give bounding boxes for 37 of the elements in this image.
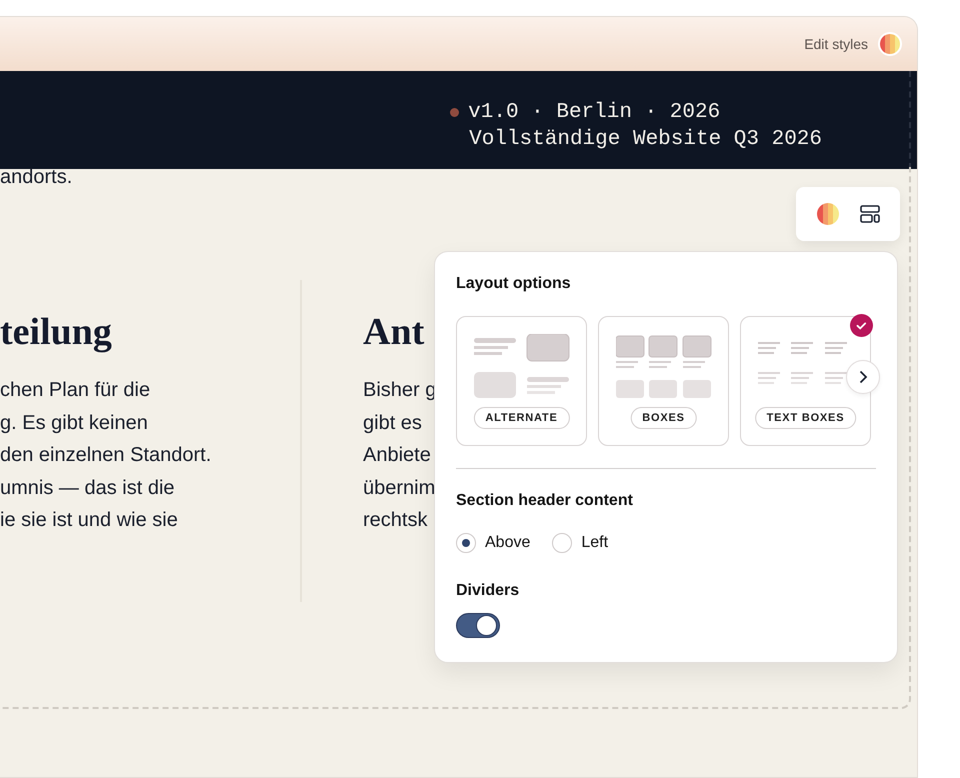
- body-text: den einzelnen Standort.: [0, 443, 212, 468]
- edit-styles-link[interactable]: Edit styles: [804, 36, 868, 52]
- subtitle-text: Vollständige Website Q3 2026: [469, 127, 822, 153]
- layout-label: ALTERNATE: [473, 407, 570, 429]
- radio-option[interactable]: Above: [456, 533, 530, 553]
- radio-button[interactable]: [456, 533, 476, 553]
- body-text: rechtsk: [363, 508, 428, 533]
- status-dot: [450, 108, 460, 117]
- toggle-switch[interactable]: [456, 613, 500, 638]
- body-text: gibt es: [363, 410, 422, 436]
- radio-label: Left: [581, 534, 608, 552]
- version-text: v1.0 · Berlin · 2026: [468, 100, 720, 126]
- body-text: andorts.: [0, 166, 74, 188]
- layout-icon[interactable]: [860, 205, 880, 223]
- body-text: Anbiete: [363, 443, 431, 468]
- section-title: Section header content: [456, 491, 634, 511]
- body-text: umnis — das ist die: [0, 476, 175, 500]
- layout-card[interactable]: ALTERNATE: [456, 316, 587, 446]
- radio-label: Above: [485, 534, 530, 552]
- next-button[interactable]: [846, 360, 880, 394]
- section-heading: Ant: [363, 310, 424, 354]
- palette-icon[interactable]: [877, 31, 903, 57]
- body-text: ie sie ist und wie sie: [0, 508, 178, 533]
- radio-option[interactable]: Left: [552, 533, 608, 553]
- check-icon: [850, 314, 873, 337]
- panel-title: Layout options: [456, 274, 572, 294]
- palette-icon[interactable]: [816, 202, 840, 226]
- layout-label: TEXT BOXES: [754, 407, 856, 429]
- body-text: g. Es gibt keinen: [0, 410, 148, 436]
- body-text: chen Plan für die: [0, 378, 150, 403]
- body-text: übernim: [363, 476, 436, 500]
- layout-label: BOXES: [630, 407, 697, 429]
- section-title: Dividers: [456, 581, 520, 601]
- radio-button[interactable]: [552, 533, 572, 553]
- section-heading: teilung: [0, 310, 112, 354]
- chevron-right-icon: [858, 370, 868, 384]
- layout-card[interactable]: BOXES: [598, 316, 729, 446]
